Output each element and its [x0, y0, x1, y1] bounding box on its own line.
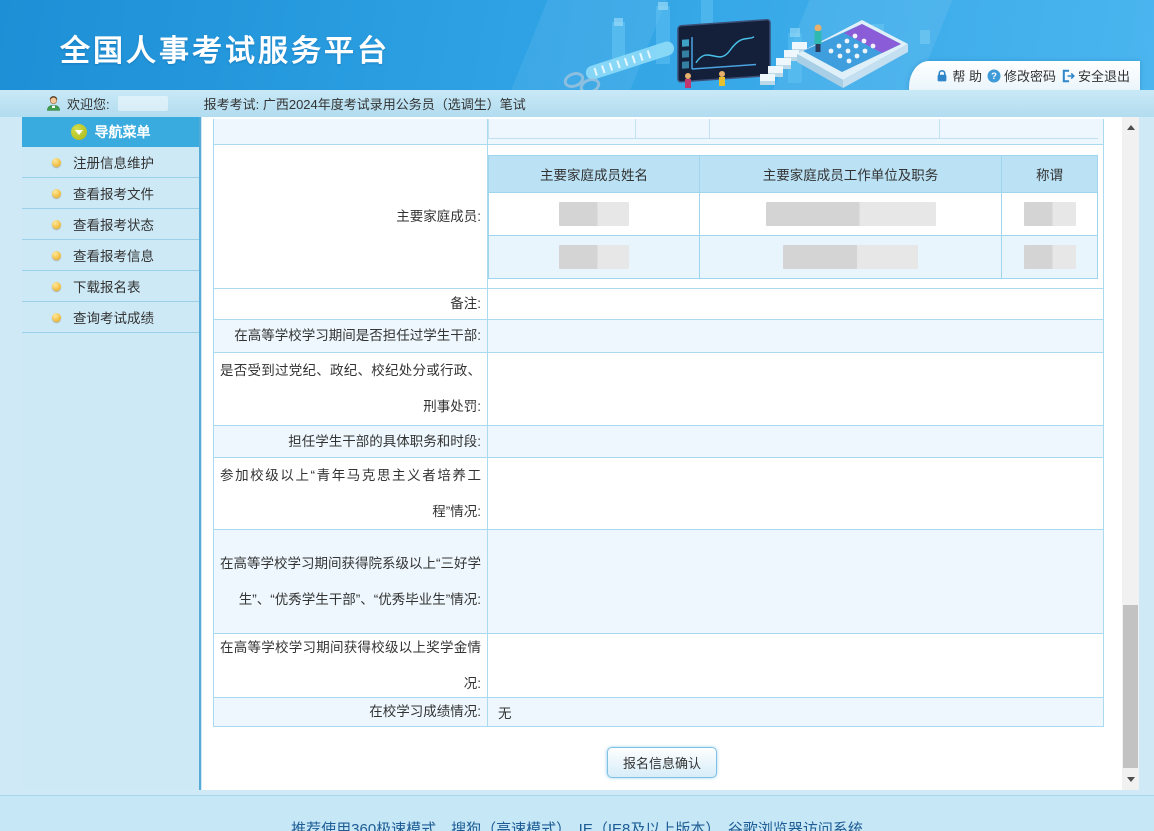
redacted-relation [1024, 202, 1076, 226]
family-members-row: 主要家庭成员: 主要家庭成员姓名 主要家庭成员工作单位及职务 称谓 [214, 145, 1103, 289]
down-triangle-icon [1127, 777, 1135, 782]
footer: 推荐使用360极速模式、搜狗（高速模式）、IE（IE8及以上版本）、谷歌浏览器访… [0, 795, 1154, 831]
discipline-punishment-row: 是否受到过党纪、政纪、校纪处分或行政、刑事处罚: [214, 353, 1103, 426]
app-title: 全国人事考试服务平台 [60, 26, 390, 70]
previous-table-fragment [488, 119, 1098, 139]
academic-record-row: 在校学习成绩情况: 无 [214, 698, 1103, 727]
person-graphic-2 [719, 71, 725, 86]
sidebar-item-view-application-info[interactable]: 查看报考信息 [22, 240, 199, 271]
row-value: 无 [487, 698, 1103, 726]
row-label: 在校学习成绩情况: [220, 694, 481, 730]
row-label: 在高等学校学习期间获得校级以上奖学金情况: [220, 630, 481, 702]
row-value [487, 289, 1103, 319]
scrollbar-thumb[interactable] [1123, 605, 1138, 768]
person-graphic-3 [815, 25, 822, 53]
redacted-member-work [783, 245, 918, 269]
application-info-table: 主要家庭成员: 主要家庭成员姓名 主要家庭成员工作单位及职务 称谓 [213, 119, 1104, 727]
sidebar-item-query-scores[interactable]: 查询考试成绩 [22, 302, 199, 333]
bullet-icon [52, 158, 61, 167]
family-table-row [489, 235, 1097, 278]
bullet-icon [52, 282, 61, 291]
col-header-member-work: 主要家庭成员工作单位及职务 [700, 156, 1002, 192]
scroll-down-arrow[interactable] [1122, 771, 1139, 788]
row-label: 备注: [220, 286, 481, 322]
lock-icon [935, 69, 949, 83]
collapse-icon [71, 124, 87, 140]
utility-bar: 帮 助 ? 修改密码 安全退出 [909, 61, 1140, 90]
greeting-label: 欢迎您: [67, 94, 110, 113]
truncated-table-row [214, 119, 1103, 145]
family-table-row [489, 192, 1097, 235]
row-value [487, 634, 1103, 697]
honors-row: 在高等学校学习期间获得院系级以上“三好学生”、“优秀学生干部”、“优秀毕业生”情… [214, 530, 1103, 634]
welcome-bar: 欢迎您: 报考考试: 广西2024年度考试录用公务员（选调生）笔试 [0, 90, 1154, 117]
col-header-relation: 称谓 [1002, 156, 1097, 192]
redacted-member-work [766, 202, 936, 226]
family-members-table: 主要家庭成员姓名 主要家庭成员工作单位及职务 称谓 [488, 155, 1098, 279]
sidebar: 导航菜单 注册信息维护 查看报考文件 查看报考状态 查看报考信息 下载报名表 [22, 117, 201, 790]
logout-button[interactable]: 安全退出 [1061, 66, 1130, 85]
nav-menu-title: 导航菜单 [95, 122, 151, 142]
header-illustration [560, 0, 960, 90]
redacted-member-name [559, 245, 629, 269]
row-label: 参加校级以上“青年马克思主义者培养工程”情况: [220, 458, 481, 530]
sidebar-item-view-application-status[interactable]: 查看报考状态 [22, 209, 199, 240]
change-password-button[interactable]: ? 修改密码 [987, 66, 1056, 85]
row-value [487, 320, 1103, 352]
student-cadre-row: 在高等学校学习期间是否担任过学生干部: [214, 320, 1103, 353]
scholarship-row: 在高等学校学习期间获得校级以上奖学金情况: [214, 634, 1103, 698]
family-table-header: 主要家庭成员姓名 主要家庭成员工作单位及职务 称谓 [489, 156, 1097, 192]
row-label: 是否受到过党纪、政纪、校纪处分或行政、刑事处罚: [220, 353, 481, 425]
remarks-row: 备注: [214, 289, 1103, 320]
row-value [487, 530, 1103, 633]
question-icon: ? [987, 69, 1001, 83]
sidebar-item-download-form[interactable]: 下载报名表 [22, 271, 199, 302]
page: 全国人事考试服务平台 帮 助 ? 修改密码 [0, 0, 1154, 831]
marxism-program-row: 参加校级以上“青年马克思主义者培养工程”情况: [214, 458, 1103, 530]
sidebar-item-registration-info[interactable]: 注册信息维护 [22, 147, 199, 178]
nav-menu: 注册信息维护 查看报考文件 查看报考状态 查看报考信息 下载报名表 查询考试成绩 [22, 147, 199, 333]
user-name-redacted [118, 96, 168, 111]
row-value [487, 458, 1103, 529]
nav-menu-header[interactable]: 导航菜单 [22, 117, 199, 147]
bullet-icon [52, 251, 61, 260]
bullet-icon [52, 313, 61, 322]
exam-label: 报考考试: 广西2024年度考试录用公务员（选调生）笔试 [204, 94, 526, 113]
scroll-up-arrow[interactable] [1122, 119, 1139, 136]
exit-icon [1061, 69, 1075, 83]
help-button[interactable]: 帮 助 [935, 66, 982, 85]
vertical-scrollbar[interactable] [1122, 117, 1139, 790]
confirm-application-button[interactable]: 报名信息确认 [607, 747, 717, 778]
bullet-icon [52, 189, 61, 198]
person-graphic-1 [685, 73, 691, 88]
row-value [487, 426, 1103, 457]
user-avatar-icon [45, 95, 62, 112]
bullet-icon [52, 220, 61, 229]
row-label: 在高等学校学习期间获得院系级以上“三好学生”、“优秀学生干部”、“优秀毕业生”情… [220, 546, 481, 618]
sidebar-item-view-exam-documents[interactable]: 查看报考文件 [22, 178, 199, 209]
redacted-member-name [559, 202, 629, 226]
cadre-position-period-row: 担任学生干部的具体职务和时段: [214, 426, 1103, 458]
app-header: 全国人事考试服务平台 帮 助 ? 修改密码 [0, 0, 1154, 90]
redacted-relation [1024, 245, 1076, 269]
svg-text:?: ? [991, 71, 997, 82]
row-label: 在高等学校学习期间是否担任过学生干部: [220, 318, 481, 354]
browser-recommendation: 推荐使用360极速模式、搜狗（高速模式）、IE（IE8及以上版本）、谷歌浏览器访… [0, 822, 1154, 831]
row-value [487, 353, 1103, 425]
family-members-label: 主要家庭成员: [220, 199, 481, 235]
device-graphic [797, 20, 908, 88]
col-header-member-name: 主要家庭成员姓名 [489, 156, 700, 192]
up-triangle-icon [1127, 125, 1135, 130]
main-content: 主要家庭成员: 主要家庭成员姓名 主要家庭成员工作单位及职务 称谓 [202, 117, 1122, 790]
row-label: 担任学生干部的具体职务和时段: [220, 424, 481, 460]
